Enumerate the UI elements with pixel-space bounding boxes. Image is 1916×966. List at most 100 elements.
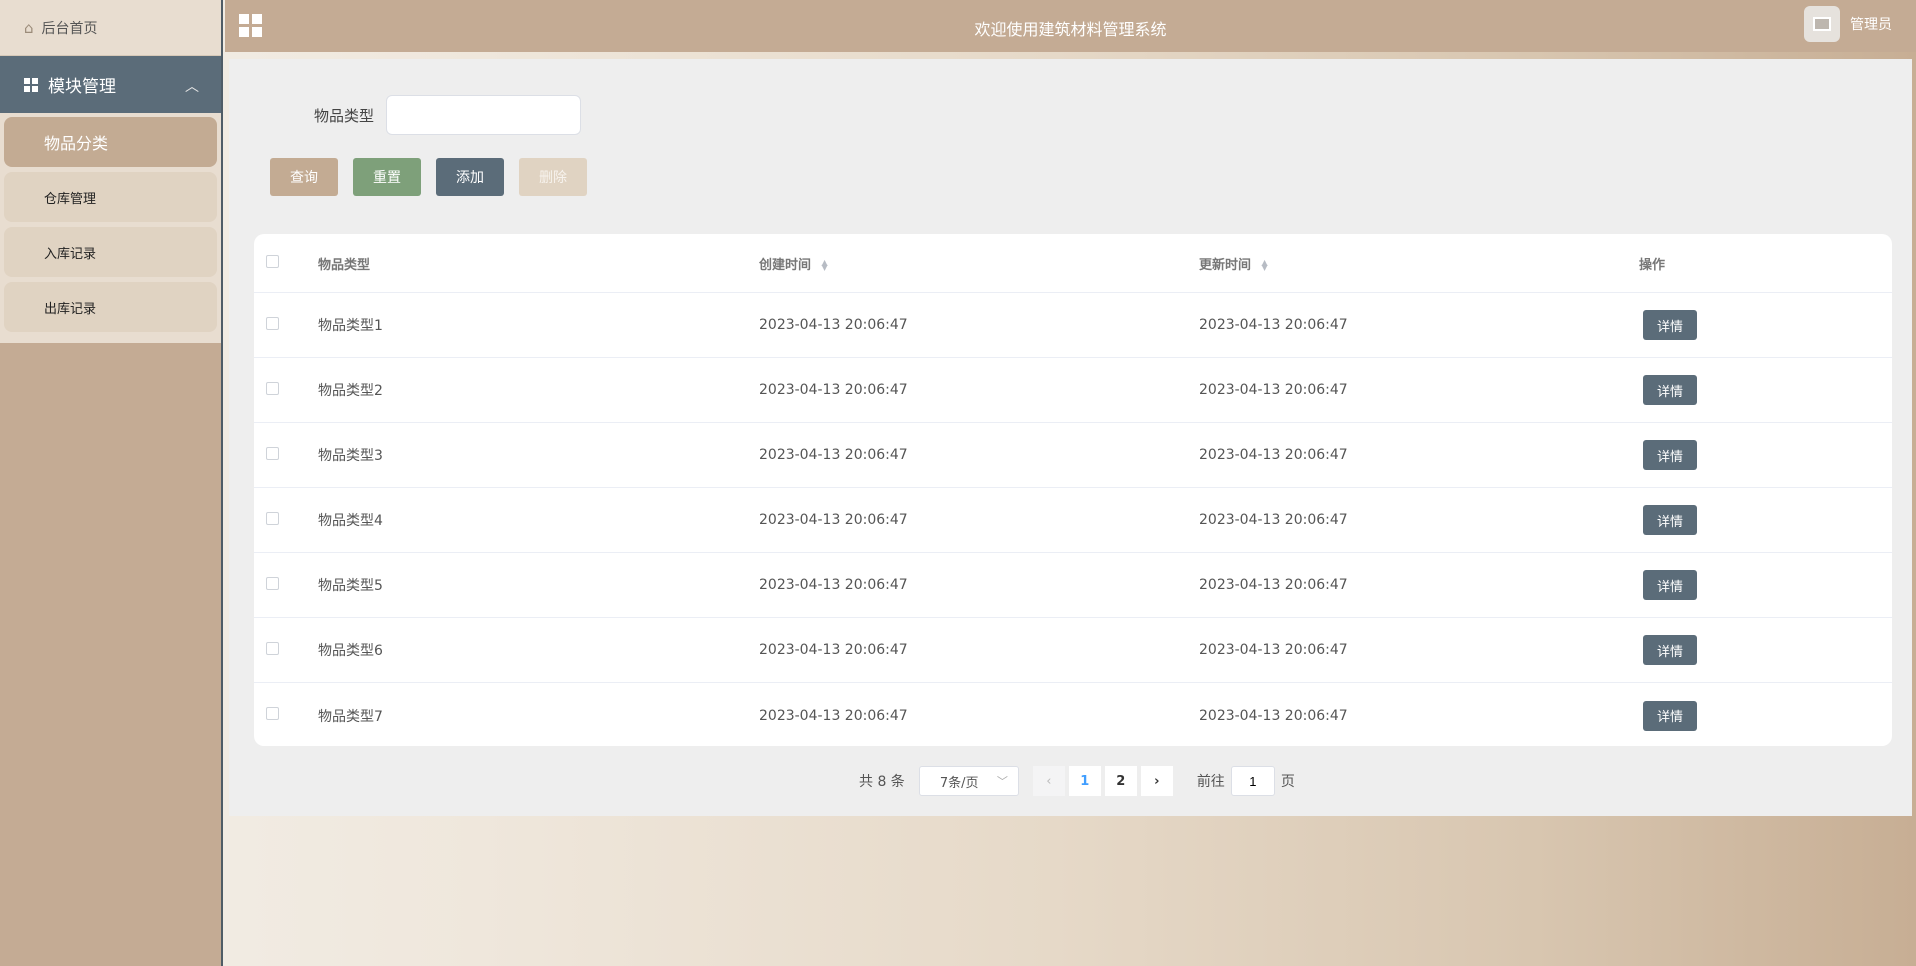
table-header: 物品类型 创建时间 ▲ ▼ 更新时间 ▲ ▼ 操作 — [254, 234, 1892, 293]
select-all-checkbox[interactable] — [266, 254, 279, 268]
page-button-2[interactable]: 2 — [1104, 766, 1137, 796]
detail-button[interactable]: 详情 — [1643, 310, 1697, 340]
column-header-created[interactable]: 创建时间 ▲ ▼ — [759, 254, 1199, 273]
sidebar: ⌂ 后台首页 模块管理 ︿ 物品分类 仓库管理 入库记录 出库记录 — [0, 0, 223, 966]
column-header-label: 创建时间 — [759, 257, 812, 273]
data-table: 物品类型 创建时间 ▲ ▼ 更新时间 ▲ ▼ 操作 物品类型1 2023-04-13… — [254, 234, 1892, 746]
detail-button[interactable]: 详情 — [1643, 375, 1697, 405]
page-title: 欢迎使用建筑材料管理系统 — [974, 20, 1167, 39]
sidebar-item-home[interactable]: ⌂ 后台首页 — [0, 0, 221, 56]
cell-created: 2023-04-13 20:06:47 — [759, 317, 908, 333]
home-icon: ⌂ — [24, 18, 34, 37]
sidebar-item-label: 后台首页 — [41, 20, 98, 37]
table-row: 物品类型6 2023-04-13 20:06:47 2023-04-13 20:… — [254, 618, 1892, 683]
cell-updated: 2023-04-13 20:06:47 — [1199, 447, 1348, 463]
cell-updated: 2023-04-13 20:06:47 — [1199, 512, 1348, 528]
toolbar: 查询 重置 添加 删除 — [270, 158, 602, 196]
cell-created: 2023-04-13 20:06:47 — [759, 512, 908, 528]
sidebar-item-label: 仓库管理 — [44, 191, 97, 207]
cell-created: 2023-04-13 20:06:47 — [759, 707, 908, 724]
page-button-1[interactable]: 1 — [1068, 766, 1101, 796]
sidebar-module-management[interactable]: 模块管理 ︿ — [0, 56, 221, 113]
avatar[interactable] — [1804, 6, 1840, 42]
sidebar-item-warehouse[interactable]: 仓库管理 — [4, 172, 217, 222]
cell-type: 物品类型2 — [318, 383, 383, 399]
page-jumper: 前往 页 — [1197, 766, 1295, 796]
table-row: 物品类型1 2023-04-13 20:06:47 2023-04-13 20:… — [254, 293, 1892, 358]
search-input[interactable] — [386, 95, 582, 135]
grid-icon — [24, 77, 38, 92]
row-checkbox[interactable] — [266, 446, 279, 460]
table-row: 物品类型7 2023-04-13 20:06:47 2023-04-13 20:… — [254, 683, 1892, 746]
chevron-right-icon: › — [1154, 773, 1160, 789]
cell-updated: 2023-04-13 20:06:47 — [1199, 577, 1348, 593]
detail-button[interactable]: 详情 — [1643, 505, 1697, 535]
cell-type: 物品类型1 — [318, 318, 383, 334]
search-label: 物品类型 — [314, 106, 375, 125]
prev-page-button[interactable]: ‹ — [1032, 766, 1065, 796]
cell-type: 物品类型7 — [318, 708, 383, 725]
cell-updated: 2023-04-13 20:06:47 — [1199, 317, 1348, 333]
table-row: 物品类型3 2023-04-13 20:06:47 2023-04-13 20:… — [254, 423, 1892, 488]
pagination: 共 8 条 7条/页 ﹀ ‹ 1 2 › 前往 页 — [859, 766, 1295, 796]
column-header-actions: 操作 — [1639, 257, 1666, 273]
cell-updated: 2023-04-13 20:06:47 — [1199, 642, 1348, 658]
row-checkbox[interactable] — [266, 381, 279, 395]
cell-type: 物品类型5 — [318, 578, 383, 594]
delete-button[interactable]: 删除 — [519, 158, 587, 196]
goto-page-input[interactable] — [1230, 766, 1275, 796]
sidebar-item-label: 入库记录 — [44, 246, 97, 262]
detail-button[interactable]: 详情 — [1643, 570, 1697, 600]
cell-type: 物品类型4 — [318, 513, 383, 529]
row-checkbox[interactable] — [266, 511, 279, 525]
cell-type: 物品类型6 — [318, 643, 383, 659]
cell-created: 2023-04-13 20:06:47 — [759, 447, 908, 463]
column-header-label: 更新时间 — [1199, 257, 1252, 273]
sidebar-item-category[interactable]: 物品分类 — [4, 117, 217, 167]
chevron-down-icon: ﹀ — [996, 775, 1008, 788]
row-checkbox[interactable] — [266, 707, 279, 720]
table-row: 物品类型2 2023-04-13 20:06:47 2023-04-13 20:… — [254, 358, 1892, 423]
search-form: 物品类型 — [314, 95, 582, 135]
sidebar-item-inbound[interactable]: 入库记录 — [4, 227, 217, 277]
reset-button[interactable]: 重置 — [353, 158, 421, 196]
column-header-type: 物品类型 — [318, 257, 371, 273]
table-row: 物品类型4 2023-04-13 20:06:47 2023-04-13 20:… — [254, 488, 1892, 553]
detail-button[interactable]: 详情 — [1643, 440, 1697, 470]
cell-created: 2023-04-13 20:06:47 — [759, 642, 908, 658]
detail-button[interactable]: 详情 — [1643, 635, 1697, 665]
username: 管理员 — [1850, 17, 1892, 33]
sidebar-submenu: 物品分类 仓库管理 入库记录 出库记录 — [0, 113, 221, 343]
next-page-button[interactable]: › — [1140, 766, 1173, 796]
user-menu[interactable]: 管理员 — [1804, 6, 1892, 42]
column-header-updated[interactable]: 更新时间 ▲ ▼ — [1199, 254, 1639, 273]
page-size-value: 7条/页 — [939, 775, 979, 791]
row-checkbox[interactable] — [266, 641, 279, 655]
cell-updated: 2023-04-13 20:06:47 — [1199, 382, 1348, 398]
goto-suffix: 页 — [1280, 774, 1295, 790]
table-row: 物品类型5 2023-04-13 20:06:47 2023-04-13 20:… — [254, 553, 1892, 618]
add-button[interactable]: 添加 — [436, 158, 504, 196]
cell-created: 2023-04-13 20:06:47 — [759, 382, 908, 398]
chevron-left-icon: ‹ — [1046, 773, 1052, 789]
image-icon — [1813, 17, 1831, 31]
top-header: 欢迎使用建筑材料管理系统 管理员 — [225, 0, 1916, 52]
chevron-up-icon[interactable]: ︿ — [185, 76, 199, 96]
row-checkbox[interactable] — [266, 316, 279, 330]
sidebar-item-outbound[interactable]: 出库记录 — [4, 282, 217, 332]
sort-icon[interactable]: ▲ ▼ — [822, 259, 828, 272]
total-count: 共 8 条 — [859, 774, 905, 790]
cell-type: 物品类型3 — [318, 448, 383, 464]
page-size-select[interactable]: 7条/页 ﹀ — [918, 766, 1019, 796]
row-checkbox[interactable] — [266, 576, 279, 590]
cell-updated: 2023-04-13 20:06:47 — [1199, 707, 1348, 724]
sidebar-item-label: 物品分类 — [44, 134, 109, 153]
goto-prefix: 前往 — [1196, 774, 1225, 790]
sort-icon[interactable]: ▲ ▼ — [1262, 259, 1268, 272]
detail-button[interactable]: 详情 — [1643, 700, 1697, 731]
sidebar-item-label: 出库记录 — [44, 301, 97, 317]
cell-created: 2023-04-13 20:06:47 — [759, 577, 908, 593]
sidebar-module-label: 模块管理 — [48, 77, 116, 97]
main-panel: 物品类型 查询 重置 添加 删除 物品类型 创建时间 ▲ ▼ 更新时间 ▲ ▼ 操作… — [229, 59, 1912, 816]
query-button[interactable]: 查询 — [270, 158, 338, 196]
